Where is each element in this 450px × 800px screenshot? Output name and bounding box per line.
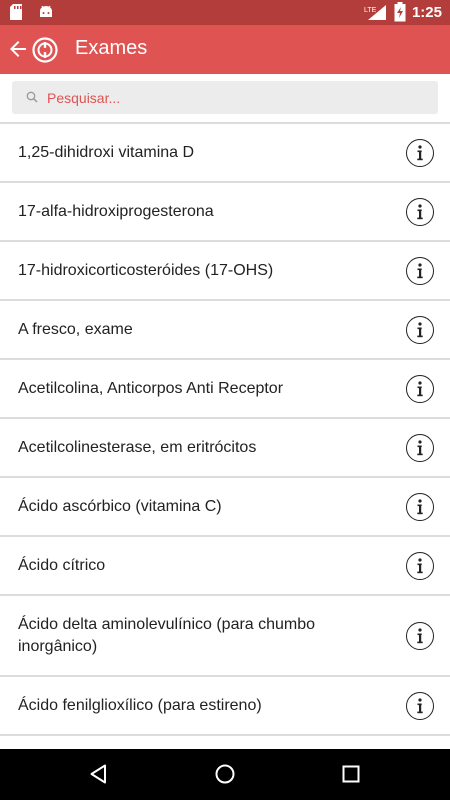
page-title: Exames <box>75 37 148 59</box>
list-item[interactable]: 17-hidroxicorticosteróides (17-OHS) <box>0 242 450 301</box>
info-icon[interactable] <box>406 433 434 462</box>
list-item[interactable]: Ácido ascórbico (vitamina C) <box>0 478 450 537</box>
battery-charging-icon <box>394 2 406 22</box>
search-bar <box>0 74 450 122</box>
list-item[interactable]: Ácido cítrico <box>0 537 450 596</box>
list-item[interactable]: A fresco, exame <box>0 301 450 360</box>
list-item-label: Acetilcolinesterase, em eritrócitos <box>18 438 257 456</box>
nav-back-icon[interactable] <box>88 763 110 785</box>
android-icon <box>40 5 52 17</box>
search-icon <box>26 91 38 103</box>
list-item[interactable]: Acetilcolinesterase, em eritrócitos <box>0 419 450 478</box>
info-icon[interactable] <box>406 492 434 521</box>
exam-list[interactable]: 1,25-dihidroxi vitamina D 17-alfa-hidrox… <box>0 122 450 749</box>
info-icon[interactable] <box>406 621 434 650</box>
list-item-label: Ácido fenilglioxílico (para estireno) <box>18 696 262 714</box>
status-bar: LTE 1:25 <box>0 0 450 25</box>
svg-text:LTE: LTE <box>364 7 377 14</box>
list-item-label: 1,25-dihidroxi vitamina D <box>18 143 195 161</box>
list-item-label: Ácido delta aminolevulínico (para chumbo… <box>18 615 316 655</box>
info-icon[interactable] <box>406 197 434 226</box>
list-item[interactable]: Ácido fenilglioxílico (para estireno) <box>0 677 450 736</box>
status-time: 1:25 <box>411 3 442 21</box>
list-item[interactable]: Acetilcolina, Anticorpos Anti Receptor <box>0 360 450 419</box>
info-icon[interactable] <box>406 374 434 403</box>
nav-recents-icon[interactable] <box>340 763 362 785</box>
info-icon[interactable] <box>406 256 434 285</box>
list-item-label: Ácido ascórbico (vitamina C) <box>18 497 222 515</box>
search-box[interactable] <box>12 81 438 114</box>
app-logo-icon <box>32 37 58 63</box>
navigation-bar <box>0 749 450 800</box>
list-item[interactable]: 1,25-dihidroxi vitamina D <box>0 124 450 183</box>
search-input[interactable] <box>47 81 427 114</box>
nav-home-icon[interactable] <box>214 763 236 785</box>
info-icon[interactable] <box>406 691 434 720</box>
list-item-label: A fresco, exame <box>18 320 133 338</box>
signal-icon: LTE <box>364 5 386 20</box>
info-icon[interactable] <box>406 315 434 344</box>
list-item[interactable]: 17-alfa-hidroxiprogesterona <box>0 183 450 242</box>
list-item-label: Acetilcolina, Anticorpos Anti Receptor <box>18 379 284 397</box>
sd-card-icon <box>10 4 22 20</box>
arrow-back-icon[interactable] <box>6 37 30 61</box>
list-item[interactable]: Ácido delta aminolevulínico (para chumbo… <box>0 596 450 677</box>
app-bar: Exames <box>0 25 450 74</box>
list-item-label: Ácido cítrico <box>18 556 106 574</box>
list-item-label: 17-hidroxicorticosteróides (17-OHS) <box>18 261 274 279</box>
info-icon[interactable] <box>406 551 434 580</box>
info-icon[interactable] <box>406 138 434 167</box>
list-item-label: 17-alfa-hidroxiprogesterona <box>18 202 214 220</box>
